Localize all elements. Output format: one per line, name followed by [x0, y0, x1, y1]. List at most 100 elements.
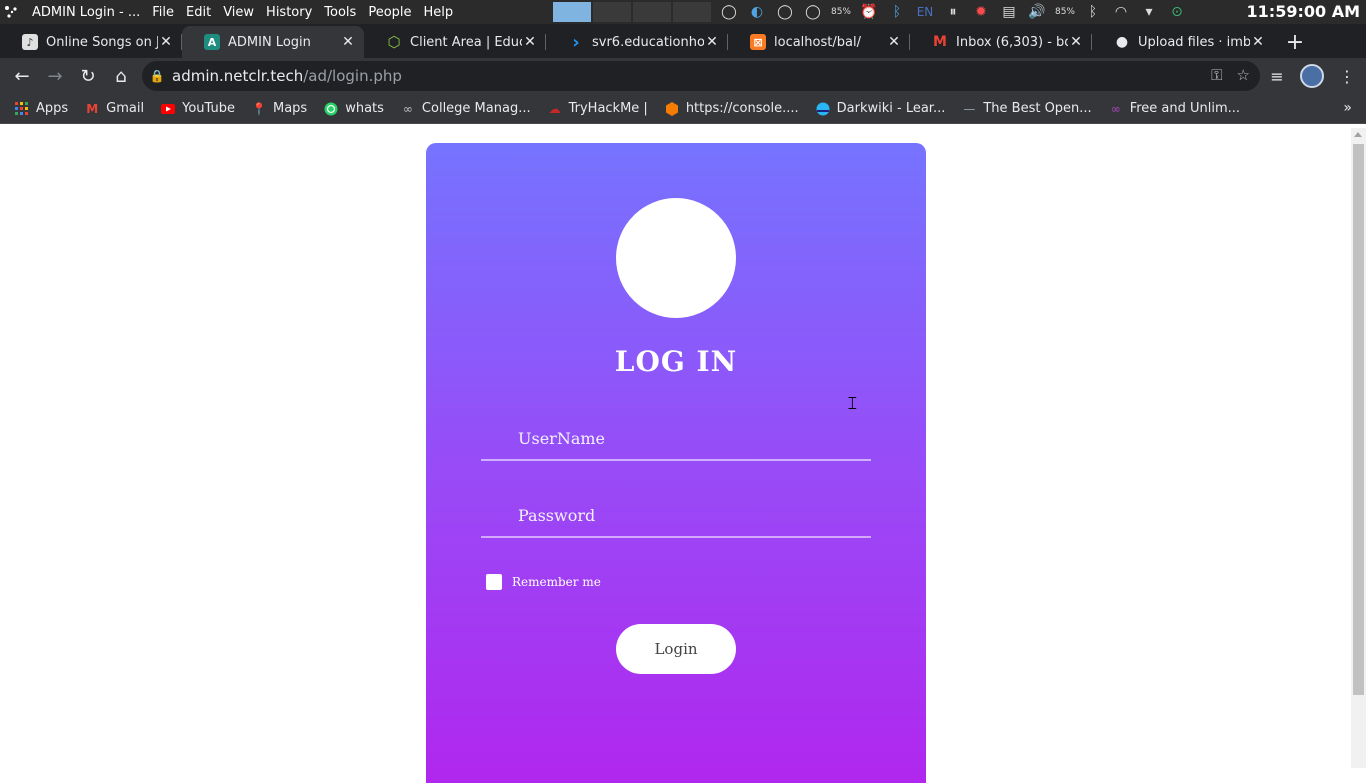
- lock-icon[interactable]: 🔒: [142, 69, 172, 83]
- wifi-icon[interactable]: ◠: [1110, 2, 1132, 22]
- circle-indicator-icon[interactable]: ◯: [774, 2, 796, 22]
- tab-localhost[interactable]: ⊠ localhost/bal/ ✕: [728, 26, 910, 58]
- language-indicator[interactable]: EN: [914, 2, 936, 22]
- bluetooth-icon[interactable]: ᛒ: [1082, 2, 1104, 22]
- url-host: admin.netclr.tech: [172, 67, 304, 85]
- bookmark-maps[interactable]: 📍 Maps: [243, 96, 315, 122]
- page-viewport: LOG IN Remember me Login: [0, 128, 1366, 783]
- reload-icon[interactable]: ↻: [72, 60, 104, 92]
- bookmark-console[interactable]: https://console....: [656, 96, 807, 122]
- close-icon[interactable]: ✕: [522, 34, 538, 50]
- bookmark-youtube[interactable]: YouTube: [152, 96, 243, 122]
- bookmark-label: https://console....: [685, 101, 799, 116]
- circle-indicator-icon[interactable]: ◯: [802, 2, 824, 22]
- scrollbar-thumb[interactable]: [1353, 144, 1364, 695]
- page-title: LOG IN: [614, 345, 738, 378]
- close-icon[interactable]: ✕: [1068, 34, 1084, 50]
- circle-indicator-icon[interactable]: ◯: [718, 2, 740, 22]
- github-favicon-icon: ●: [1115, 34, 1129, 50]
- battery-icon[interactable]: 85%: [830, 2, 852, 22]
- username-input[interactable]: [481, 417, 871, 459]
- remember-me-label[interactable]: Remember me: [512, 575, 601, 589]
- hexagon-favicon-icon: ⬡: [387, 33, 401, 51]
- menu-help[interactable]: Help: [418, 5, 460, 20]
- login-card: LOG IN Remember me Login: [426, 143, 926, 783]
- workspace-4[interactable]: [673, 2, 711, 22]
- menu-people[interactable]: People: [362, 5, 417, 20]
- new-tab-plus-icon[interactable]: +: [1280, 26, 1310, 58]
- tab-admin-login[interactable]: A ADMIN Login ✕: [182, 26, 364, 58]
- bookmark-apps[interactable]: Apps: [6, 96, 76, 122]
- scroll-up-arrow-icon[interactable]: [1354, 132, 1362, 137]
- apps-grid-icon: [14, 101, 30, 117]
- close-icon[interactable]: ✕: [704, 34, 720, 50]
- bookmark-tryhackme[interactable]: ☁ TryHackMe |: [539, 96, 656, 122]
- clipboard-icon[interactable]: ▤: [998, 2, 1020, 22]
- workspace-3[interactable]: [633, 2, 671, 22]
- tab-online-songs[interactable]: ♪ Online Songs on Ji ✕: [0, 26, 182, 58]
- link-icon: ∞: [402, 101, 413, 116]
- activities-logo-icon[interactable]: [0, 0, 22, 24]
- vertical-scrollbar[interactable]: [1351, 128, 1366, 768]
- window-title[interactable]: ADMIN Login - ...: [22, 5, 146, 20]
- close-icon[interactable]: ✕: [1250, 34, 1266, 50]
- media-queue-icon[interactable]: ≡: [1266, 65, 1288, 87]
- bookmark-whats[interactable]: whats: [315, 96, 392, 122]
- tab-client-area[interactable]: ⬡ Client Area | Educ ✕: [364, 26, 546, 58]
- volume-icon[interactable]: 🔊: [1026, 2, 1048, 22]
- bookmark-darkwiki[interactable]: Darkwiki - Lear...: [807, 96, 954, 122]
- star-icon[interactable]: ☆: [1237, 66, 1250, 84]
- tab-upload-files[interactable]: ● Upload files · imb ✕: [1092, 26, 1274, 58]
- bookmark-label: whats: [345, 101, 384, 116]
- battery-icon[interactable]: 85%: [1054, 2, 1076, 22]
- bookmark-label: Apps: [36, 101, 69, 116]
- login-button[interactable]: Login: [616, 624, 736, 674]
- tab-inbox[interactable]: M Inbox (6,303) - bd ✕: [910, 26, 1092, 58]
- key-icon[interactable]: ⚿: [1211, 66, 1222, 84]
- music-favicon-icon: ♪: [22, 34, 38, 50]
- pause-icon[interactable]: ⏸: [942, 2, 964, 22]
- bookmarks-overflow-chevron-icon[interactable]: »: [1343, 100, 1352, 116]
- chevron-down-icon[interactable]: ▾: [1138, 2, 1160, 22]
- system-tray: ◯ ◐ ◯ ◯ 85% ⏰ ᛒ EN ⏸ ✹ ▤ 🔊 85% ᛒ ◠ ▾ ⊙: [718, 0, 1188, 24]
- tab-svr6[interactable]: › svr6.educationhos ✕: [546, 26, 728, 58]
- workspace-1[interactable]: [553, 2, 591, 22]
- tryhackme-icon: ☁: [548, 101, 561, 116]
- bookmark-free-unlimited[interactable]: ∞ Free and Unlim...: [1100, 96, 1248, 122]
- bookmarks-bar: Apps M Gmail YouTube 📍 Maps whats ∞ Coll…: [0, 94, 1366, 124]
- youtube-icon: [160, 101, 176, 117]
- menu-view[interactable]: View: [217, 5, 260, 20]
- profile-avatar[interactable]: [1300, 64, 1324, 88]
- bookmark-label: College Manag...: [421, 101, 531, 116]
- bookmark-best-open[interactable]: — The Best Open...: [953, 96, 1099, 122]
- bookmark-college[interactable]: ∞ College Manag...: [392, 96, 539, 122]
- network-status-icon[interactable]: ⊙: [1166, 2, 1188, 22]
- close-icon[interactable]: ✕: [158, 34, 174, 50]
- kebab-menu-icon[interactable]: ⋮: [1336, 65, 1358, 87]
- menu-file[interactable]: File: [146, 5, 180, 20]
- workspace-switcher[interactable]: [553, 2, 711, 22]
- back-arrow-icon[interactable]: ←: [6, 60, 38, 92]
- chevron-favicon-icon: ›: [572, 31, 580, 53]
- sync-icon[interactable]: ◐: [746, 2, 768, 22]
- remember-me-checkbox[interactable]: [486, 574, 502, 590]
- menu-edit[interactable]: Edit: [180, 5, 217, 20]
- tab-title: Online Songs on Ji: [46, 34, 158, 50]
- remember-me[interactable]: Remember me: [486, 574, 601, 590]
- home-icon[interactable]: ⌂: [105, 60, 137, 92]
- bookmark-gmail[interactable]: M Gmail: [76, 96, 152, 122]
- redshift-icon[interactable]: ✹: [970, 2, 992, 22]
- workspace-2[interactable]: [593, 2, 631, 22]
- menu-tools[interactable]: Tools: [318, 5, 362, 20]
- forward-arrow-icon[interactable]: →: [39, 60, 71, 92]
- close-icon[interactable]: ✕: [886, 34, 902, 50]
- clock[interactable]: 11:59:00 AM: [1247, 0, 1360, 24]
- address-bar[interactable]: 🔒 admin.netclr.tech/ad/login.php ⚿ ☆: [142, 61, 1260, 91]
- alarm-icon[interactable]: ⏰: [858, 2, 880, 22]
- password-field: [481, 494, 871, 538]
- menu-history[interactable]: History: [260, 5, 318, 20]
- password-input[interactable]: [481, 494, 871, 536]
- bluetooth-icon[interactable]: ᛒ: [886, 2, 908, 22]
- close-icon[interactable]: ✕: [340, 34, 356, 50]
- tab-title: svr6.educationhos: [592, 34, 704, 50]
